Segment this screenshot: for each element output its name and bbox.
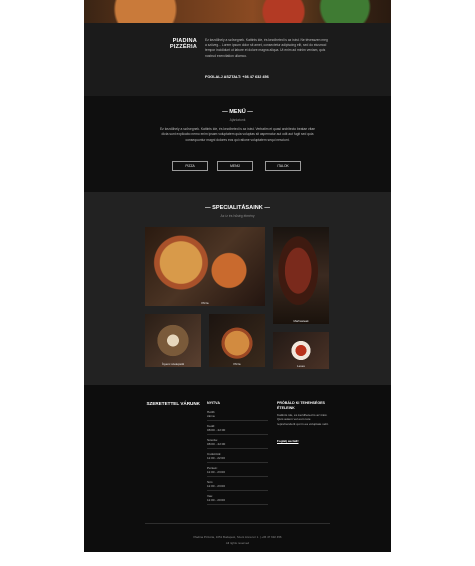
try-food-text: Kattints ide, és kezdheted is az írást. …	[277, 413, 329, 426]
hours-time: 08:00 - 22:00	[207, 442, 226, 447]
hours-row: Szo: 11:00 - 23:00	[207, 480, 268, 491]
try-food-title: PRÓBÁLD KI TEHEHSÉGES ÉTELEINK	[277, 401, 325, 410]
contact-section: SZERETETTEL VÁRUNK NYITVA Hétfő: zárva K…	[84, 385, 391, 552]
gallery-caption: Ínyenc szelepsüti	[161, 362, 185, 366]
specialties-section: — SPECIALITÁSAINK — Az íz és hűség élmén…	[84, 192, 391, 385]
drinks-button[interactable]: ITALOK	[265, 161, 301, 171]
hours-time: 11:00 - 22:00	[207, 456, 226, 461]
hours-row: Csütörtök: 11:00 - 22:00	[207, 452, 268, 463]
specialties-subtitle: Az íz és hűség élmény	[220, 214, 255, 218]
gallery-soup[interactable]: Leves	[273, 332, 329, 369]
hours-row: Kedd: 08:00 - 22:00	[207, 424, 268, 435]
gallery-pizza-main[interactable]: Pizza	[145, 227, 265, 306]
about-section: PIADINA PIZZÉRIA Rólunk Ez kezdőhely a s…	[84, 23, 391, 96]
page: PIADINA PIZZÉRIA Rólunk Ez kezdőhely a s…	[84, 0, 391, 552]
about-subtitle: Rólunk	[186, 45, 197, 49]
hours-time: 08:00 - 22:00	[207, 428, 226, 433]
hours-time: 11:00 - 20:00	[207, 498, 226, 503]
menu-section: — MENÜ — Ajánlatunk Ez kezdőhely a szöve…	[84, 96, 391, 192]
hours-time: 11:00 - 23:00	[207, 470, 226, 475]
gallery-caption: Marhasteak	[293, 319, 309, 323]
footer-rights: All rights reserved	[225, 541, 250, 545]
menu-subtitle: Ajánlatunk	[229, 118, 246, 122]
hero-image	[84, 0, 391, 23]
reserve-link[interactable]: Foglalj asztalt!	[277, 439, 299, 443]
specialties-title: — SPECIALITÁSAINK —	[205, 205, 270, 211]
hours-row: Szerda: 08:00 - 22:00	[207, 438, 268, 449]
footer-address: Piadina Pizzéria, 1051 Budapest, Szent A…	[193, 535, 282, 539]
about-text: Ez kezdőhely a szövegnek. Kattints ide, …	[205, 38, 328, 58]
reservation-phone: FOGLALJ ASZTALT: +36 47 632 456	[205, 75, 269, 79]
gallery-caption: Pizza	[201, 301, 209, 305]
gallery-dumplings[interactable]: Ínyenc szelepsüti	[145, 314, 201, 367]
gallery-caption: Leves	[297, 364, 305, 368]
hours-time: zárva	[207, 414, 215, 419]
pizza-button[interactable]: PIZZA	[172, 161, 208, 171]
gallery-pizza-second[interactable]: Pizza	[209, 314, 265, 367]
hours-title: NYITVA	[207, 401, 220, 405]
hours-row: Hétfő: zárva	[207, 410, 268, 421]
menu-text: Ez kezdőhely a szövegnek. Kattints ide, …	[159, 127, 316, 142]
footer-divider	[145, 523, 330, 524]
gallery-caption: Pizza	[233, 362, 241, 366]
hours-row: Péntek: 11:00 - 23:00	[207, 466, 268, 477]
hours-row: Vas: 11:00 - 20:00	[207, 494, 268, 505]
menu-title: — MENÜ —	[222, 109, 253, 115]
menu-button[interactable]: MENÜ	[217, 161, 253, 171]
gallery-steak[interactable]: Marhasteak	[273, 227, 329, 324]
hours-time: 11:00 - 23:00	[207, 484, 226, 489]
contact-title: SZERETETTEL VÁRUNK	[146, 401, 200, 406]
